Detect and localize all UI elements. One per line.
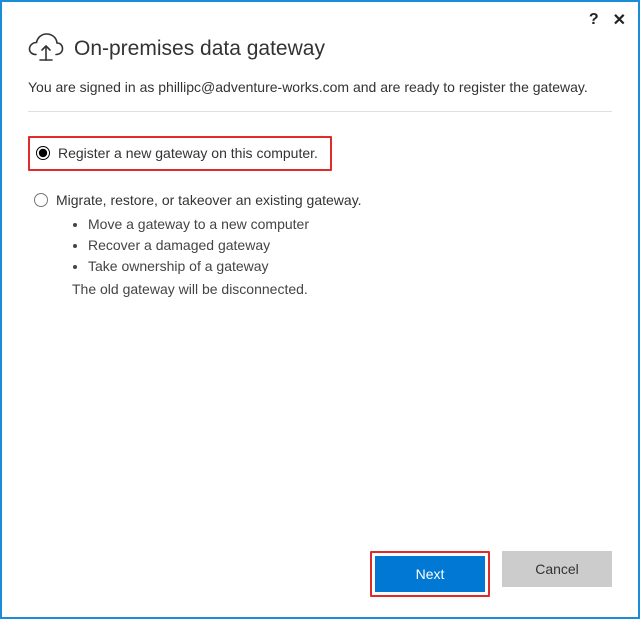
option-register-new[interactable]: Register a new gateway on this computer. [28, 136, 332, 171]
help-icon[interactable]: ? [589, 11, 599, 29]
gateway-options-group: Register a new gateway on this computer.… [28, 136, 612, 303]
migrate-bullet-item: Move a gateway to a new computer [88, 214, 362, 235]
user-email: phillipc@adventure-works.com [158, 79, 349, 95]
dialog-window: ? ✕ On-premises data gateway You are sig… [0, 0, 640, 619]
subtitle-prefix: You are signed in as [28, 79, 158, 95]
option-register-label: Register a new gateway on this computer. [58, 144, 318, 163]
dialog-content: On-premises data gateway You are signed … [2, 38, 638, 617]
option-migrate-label: Migrate, restore, or takeover an existin… [56, 192, 362, 208]
migrate-bullet-list: Move a gateway to a new computer Recover… [88, 214, 362, 277]
migrate-bullet-item: Take ownership of a gateway [88, 256, 362, 277]
subtitle-suffix: and are ready to register the gateway. [349, 79, 588, 95]
radio-register-new[interactable] [36, 146, 50, 160]
option-migrate-body: Migrate, restore, or takeover an existin… [56, 191, 362, 297]
next-button-highlight: Next [370, 551, 490, 597]
close-icon[interactable]: ✕ [613, 10, 626, 30]
page-title: On-premises data gateway [74, 37, 325, 61]
cloud-upload-icon [28, 32, 64, 65]
divider [28, 111, 612, 112]
dialog-footer: Next Cancel [28, 535, 612, 597]
migrate-bullet-item: Recover a damaged gateway [88, 235, 362, 256]
signin-status-text: You are signed in as phillipc@adventure-… [28, 79, 612, 95]
radio-migrate[interactable] [34, 193, 48, 207]
next-button[interactable]: Next [375, 556, 485, 592]
option-migrate[interactable]: Migrate, restore, or takeover an existin… [28, 185, 612, 303]
migrate-note: The old gateway will be disconnected. [72, 281, 362, 297]
cancel-button[interactable]: Cancel [502, 551, 612, 587]
dialog-header: On-premises data gateway [28, 32, 612, 65]
